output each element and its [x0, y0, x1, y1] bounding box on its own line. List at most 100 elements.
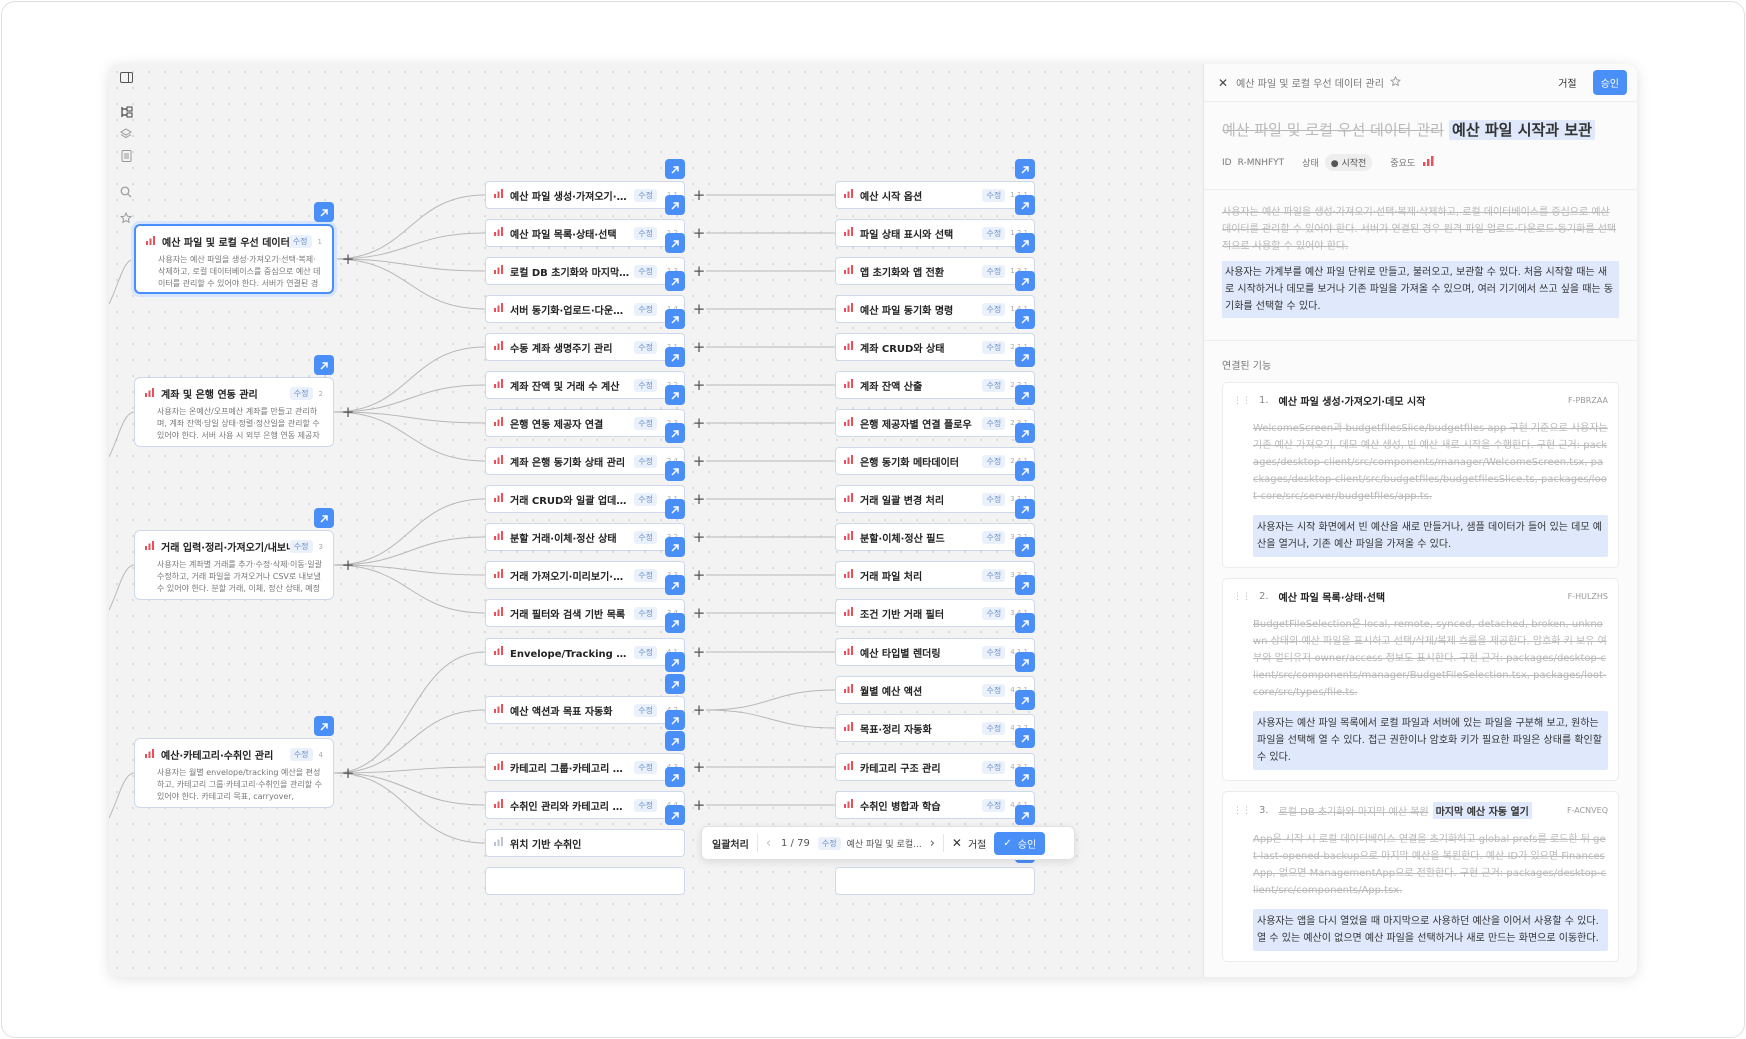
feature-node[interactable]: 분할 거래·이체·정산 상태수정3.2: [485, 523, 685, 551]
open-subfeature-button[interactable]: [1015, 309, 1035, 329]
expand-feature-button[interactable]: +: [692, 454, 706, 469]
feature-node[interactable]: Envelope/Tracking 월별 예산표수정4.1: [485, 638, 685, 666]
subfeature-node[interactable]: 예산 파일 동기화 명령수정1.4.1: [835, 295, 1035, 323]
open-subfeature-button[interactable]: [1015, 652, 1035, 672]
feature-node[interactable]: 계좌 은행 동기화 상태 관리수정2.4: [485, 447, 685, 475]
feature-node[interactable]: 위치 기반 수취인: [485, 829, 685, 857]
linked-feature-card[interactable]: ⋮⋮ 2. 예산 파일 목록·상태·선택 F-HULZHS BudgetFileSele…: [1222, 578, 1619, 781]
subfeature-node[interactable]: 은행 동기화 메타데이터수정2.4.1: [835, 447, 1035, 475]
feature-node[interactable]: 은행 연동 제공자 연결수정2.3: [485, 409, 685, 437]
feature-node[interactable]: 수취인 관리와 카테고리 학습수정4.4: [485, 791, 685, 819]
open-feature-button[interactable]: [665, 423, 685, 443]
mindmap-canvas[interactable]: 예산 파일 및 로컬 우선 데이터 관리수정1사용자는 예산 파일을 생성·가져…: [109, 64, 1203, 977]
subfeature-node[interactable]: 카테고리 구조 관리수정4.3.1: [835, 753, 1035, 781]
open-feature-button[interactable]: [665, 385, 685, 405]
subfeature-node[interactable]: 월별 예산 액션수정4.2.1: [835, 676, 1035, 704]
open-feature-button[interactable]: [665, 674, 685, 694]
open-subfeature-button[interactable]: [1015, 499, 1035, 519]
batch-approve-button[interactable]: ✓ 승인: [994, 831, 1046, 855]
expand-feature-button[interactable]: +: [692, 606, 706, 621]
feature-node[interactable]: 예산 파일 생성·가져오기·데모 시작수정1.1: [485, 181, 685, 209]
feature-node[interactable]: 예산 액션과 목표 자동화수정4.2: [485, 696, 685, 724]
expand-feature-button[interactable]: +: [692, 416, 706, 431]
favorite-star-icon[interactable]: [1389, 75, 1401, 90]
open-feature-button[interactable]: [665, 499, 685, 519]
open-feature-button[interactable]: [665, 195, 685, 215]
feature-node[interactable]: 로컬 DB 초기화와 마지막 예산 복원수정1.3: [485, 257, 685, 285]
drag-handle-icon[interactable]: ⋮⋮: [1233, 592, 1251, 602]
root-node[interactable]: 계좌 및 은행 연동 관리 수정 2 사용자는 온예산/오프예산 계좌를 만들고 관리…: [134, 377, 334, 447]
batch-reject-button[interactable]: ✕ 거절: [952, 836, 986, 851]
linked-feature-card[interactable]: ⋮⋮ 3. 로컬 DB 초기화와 마지막 예산 복원 마지막 예산 자동 열기 F-AC…: [1222, 791, 1619, 962]
open-subfeature-button[interactable]: [1015, 159, 1035, 179]
open-root-button[interactable]: [314, 202, 334, 222]
subfeature-node[interactable]: 수취인 병합과 학습수정4.4.1: [835, 791, 1035, 819]
feature-node[interactable]: 서버 동기화·업로드·다운로드수정1.4: [485, 295, 685, 323]
root-node[interactable]: 예산·카테고리·수취인 관리 수정 4 사용자는 월별 envelope/tracki…: [134, 738, 334, 808]
root-node[interactable]: 예산 파일 및 로컬 우선 데이터 관리수정 1 사용자는 예산 파일을 생성·가져…: [134, 224, 334, 294]
open-feature-button[interactable]: [665, 613, 685, 633]
subfeature-node[interactable]: 앱 초기화와 앱 전환수정1.3.1: [835, 257, 1035, 285]
expand-feature-button[interactable]: +: [692, 703, 706, 718]
subfeature-node[interactable]: 파일 상태 표시와 선택수정1.2.1: [835, 219, 1035, 247]
open-feature-button[interactable]: [665, 767, 685, 787]
close-panel-icon[interactable]: ✕: [1218, 76, 1228, 90]
open-subfeature-button[interactable]: [1015, 575, 1035, 595]
expand-feature-button[interactable]: +: [692, 492, 706, 507]
open-feature-button[interactable]: [665, 731, 685, 751]
subfeature-node[interactable]: 은행 제공자별 연결 플로우수정2.3.1: [835, 409, 1035, 437]
expand-feature-button[interactable]: +: [692, 226, 706, 241]
feature-node[interactable]: 계좌 잔액 및 거래 수 계산수정2.2: [485, 371, 685, 399]
open-feature-button[interactable]: [665, 233, 685, 253]
expand-root-button[interactable]: +: [341, 405, 355, 420]
open-feature-button[interactable]: [665, 710, 685, 730]
open-subfeature-button[interactable]: [1015, 423, 1035, 443]
subfeature-node[interactable]: 분할·이체·정산 필드수정3.2.1: [835, 523, 1035, 551]
open-root-button[interactable]: [314, 355, 334, 375]
feature-node[interactable]: 거래 가져오기·미리보기·내보내기수정3.3: [485, 561, 685, 589]
open-subfeature-button[interactable]: [1015, 805, 1035, 825]
subfeature-node[interactable]: 거래 일괄 변경 처리수정3.1.1: [835, 485, 1035, 513]
feature-node[interactable]: 수동 계좌 생명주기 관리수정2.1: [485, 333, 685, 361]
expand-feature-button[interactable]: +: [692, 340, 706, 355]
subfeature-node[interactable]: 예산 시작 옵션수정1.1.1: [835, 181, 1035, 209]
drag-handle-icon[interactable]: ⋮⋮: [1233, 806, 1251, 816]
expand-root-button[interactable]: +: [341, 766, 355, 781]
expand-root-button[interactable]: +: [341, 252, 355, 267]
expand-feature-button[interactable]: +: [692, 760, 706, 775]
expand-feature-button[interactable]: +: [692, 264, 706, 279]
open-subfeature-button[interactable]: [1015, 767, 1035, 787]
linked-feature-card[interactable]: ⋮⋮ 1. 예산 파일 생성·가져오기·데모 시작 F-PBRZAA WelcomeSc…: [1222, 382, 1619, 568]
open-root-button[interactable]: [314, 716, 334, 736]
expand-feature-button[interactable]: +: [692, 798, 706, 813]
open-subfeature-button[interactable]: [1015, 537, 1035, 557]
open-subfeature-button[interactable]: [1015, 271, 1035, 291]
feature-node[interactable]: 거래 필터와 검색 기반 목록수정3.4: [485, 599, 685, 627]
open-feature-button[interactable]: [665, 805, 685, 825]
expand-feature-button[interactable]: +: [692, 645, 706, 660]
expand-feature-button[interactable]: +: [692, 188, 706, 203]
open-subfeature-button[interactable]: [1015, 728, 1035, 748]
open-subfeature-button[interactable]: [1015, 347, 1035, 367]
panel-reject-button[interactable]: 거절: [1550, 70, 1584, 95]
open-feature-button[interactable]: [665, 271, 685, 291]
open-feature-button[interactable]: [665, 575, 685, 595]
feature-node-partial[interactable]: [485, 867, 685, 895]
open-root-button[interactable]: [314, 508, 334, 528]
drag-handle-icon[interactable]: ⋮⋮: [1233, 396, 1251, 406]
subfeature-node[interactable]: 조건 기반 거래 필터수정3.4.1: [835, 599, 1035, 627]
subfeature-node[interactable]: 예산 타입별 렌더링수정4.1.1: [835, 638, 1035, 666]
panel-approve-button[interactable]: 승인: [1592, 70, 1627, 95]
next-icon[interactable]: ›: [930, 836, 935, 851]
feature-node[interactable]: 거래 CRUD와 일괄 업데이트수정3.1: [485, 485, 685, 513]
expand-feature-button[interactable]: +: [692, 530, 706, 545]
expand-root-button[interactable]: +: [341, 558, 355, 573]
open-feature-button[interactable]: [665, 309, 685, 329]
subfeature-node[interactable]: 계좌 CRUD와 상태수정2.1.1: [835, 333, 1035, 361]
open-subfeature-button[interactable]: [1015, 233, 1035, 253]
expand-feature-button[interactable]: +: [692, 302, 706, 317]
open-subfeature-button[interactable]: [1015, 613, 1035, 633]
open-feature-button[interactable]: [665, 461, 685, 481]
feature-node[interactable]: 카테고리 그룹·카테고리 관리수정4.3: [485, 753, 685, 781]
prev-icon[interactable]: ‹: [766, 836, 771, 851]
